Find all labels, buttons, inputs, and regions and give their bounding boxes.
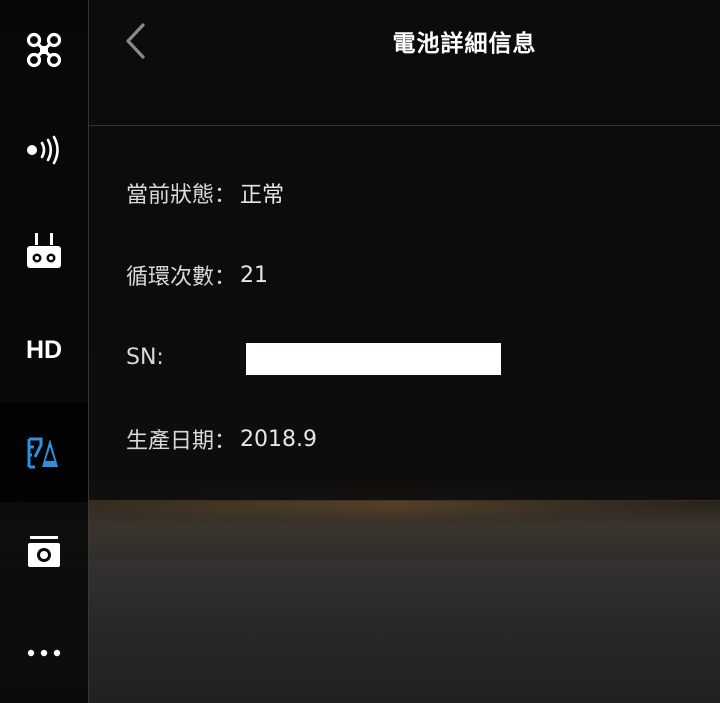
sidebar-item-camera[interactable] <box>0 502 88 602</box>
serial-number-separator: : <box>156 344 164 370</box>
sidebar-item-remote-controller[interactable] <box>0 200 88 300</box>
drone-icon <box>26 32 62 68</box>
app-window: HD 電池詳細信息 當前狀態 ： 正常 循環次數 ： 21 SN: 生產日期 … <box>0 0 720 703</box>
production-date-label: 生產日期 <box>126 429 215 454</box>
status-label: 當前狀態 <box>126 183 215 208</box>
panel-header: 電池詳細信息 <box>89 0 720 126</box>
sidebar-item-hd[interactable]: HD <box>0 300 88 400</box>
status-row: 當前狀態：正常 <box>126 176 284 210</box>
camera-icon <box>28 536 60 567</box>
more-dots-icon <box>27 649 61 657</box>
serial-number-redaction <box>246 343 501 375</box>
battery-icon <box>27 437 58 469</box>
sidebar: HD <box>0 0 89 703</box>
production-date-value: 2018.9 <box>240 426 318 452</box>
sidebar-item-battery[interactable] <box>0 402 88 502</box>
background-ground <box>0 560 720 703</box>
status-value: 正常 <box>240 183 285 208</box>
cycle-count-label: 循環次數 <box>126 265 215 290</box>
signal-broadcast-icon <box>27 135 59 165</box>
sidebar-item-more[interactable] <box>0 603 88 703</box>
cycle-count-separator: ： <box>214 265 237 290</box>
serial-number-row: SN: <box>126 340 168 374</box>
cycle-count-row: 循環次數： 21 <box>126 258 268 292</box>
sidebar-item-aircraft[interactable] <box>0 0 88 100</box>
status-separator: ： <box>214 183 237 208</box>
remote-controller-icon <box>27 233 61 268</box>
cycle-count-value: 21 <box>240 262 269 288</box>
battery-details-panel: 電池詳細信息 當前狀態：正常 循環次數： 21 SN: 生產日期： 2018.9 <box>89 0 720 501</box>
page-title: 電池詳細信息 <box>392 31 537 57</box>
production-date-row: 生產日期： 2018.9 <box>126 422 317 456</box>
serial-number-label: SN <box>126 344 157 370</box>
production-date-separator: ： <box>214 429 237 454</box>
sidebar-item-signal[interactable] <box>0 100 88 200</box>
hd-label: HD <box>25 335 63 364</box>
